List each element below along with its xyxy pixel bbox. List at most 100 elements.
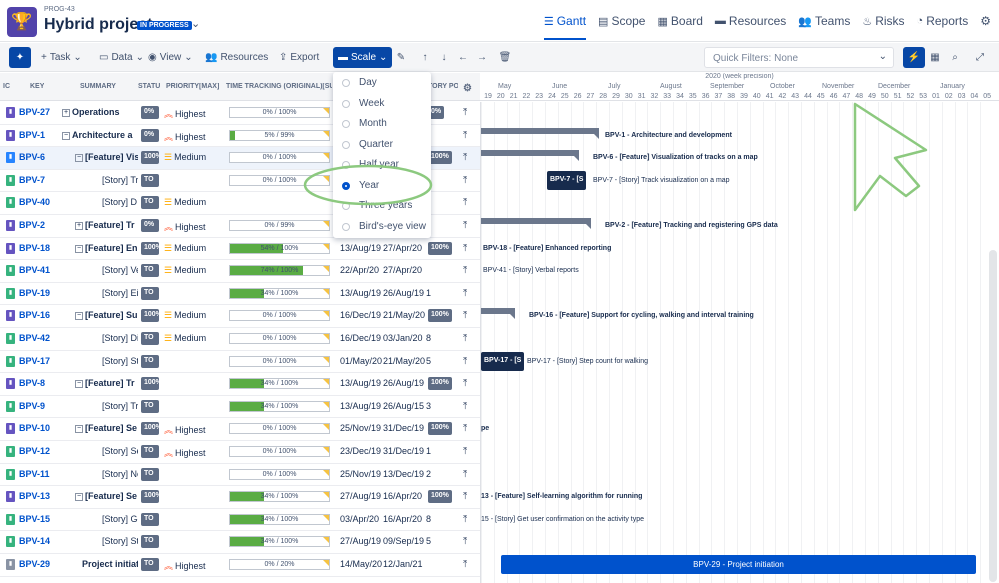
arrow-left-icon[interactable]: ←: [455, 47, 471, 68]
pin-icon[interactable]: ⤒: [463, 536, 467, 547]
pin-icon[interactable]: ⤒: [463, 152, 467, 163]
nav-risks[interactable]: ♨ Risks: [862, 14, 904, 28]
expand-toggle-icon[interactable]: −: [62, 131, 70, 140]
chevron-down-icon[interactable]: ⌄: [191, 17, 200, 30]
expand-toggle-icon[interactable]: −: [75, 380, 83, 389]
pin-icon[interactable]: ⤒: [463, 175, 467, 186]
fullscreen-icon[interactable]: ⤢: [970, 47, 990, 68]
gantt-task-bar[interactable]: BPV-7 - [S: [547, 170, 587, 190]
arrow-down-icon[interactable]: ↓: [436, 47, 452, 68]
quick-filters-select[interactable]: Quick Filters: None ⌄: [704, 47, 894, 68]
calendar-icon[interactable]: ▦: [926, 47, 944, 68]
issue-key[interactable]: BPV-1: [19, 130, 45, 140]
search-icon[interactable]: ⌕: [946, 47, 964, 68]
col-key-header[interactable]: KEY: [30, 83, 44, 90]
nav-teams[interactable]: 👥 Teams: [798, 14, 850, 28]
scale-option-quarter[interactable]: Quarter: [333, 135, 431, 156]
trash-icon[interactable]: 🗑: [496, 47, 514, 68]
nav-scope[interactable]: ▤ Scope: [598, 14, 645, 28]
nav-resources[interactable]: ▬ Resources: [715, 14, 786, 28]
pin-icon[interactable]: ⤒: [463, 491, 467, 502]
expand-toggle-icon[interactable]: −: [75, 425, 83, 434]
issue-key[interactable]: BPV-8: [19, 378, 45, 388]
issue-key[interactable]: BPV-12: [19, 446, 50, 456]
issue-key[interactable]: BPV-6: [19, 152, 45, 162]
table-row[interactable]: ▮ BPV-12 [Story] Se TO ︽ Highest 0% / 100% 23/D…: [0, 441, 480, 464]
issue-key[interactable]: BPV-42: [19, 333, 50, 343]
scale-option-half-year[interactable]: Half year: [333, 155, 431, 176]
task-button[interactable]: + Task ⌄: [36, 47, 87, 68]
gantt-summary-bar[interactable]: [481, 308, 515, 320]
table-row[interactable]: ▮ BPV-19 [Story] Ei TO 34% / 100% 13/Aug/19 26…: [0, 283, 480, 306]
expand-toggle-icon[interactable]: −: [75, 244, 83, 253]
gear-icon[interactable]: ⚙: [463, 83, 472, 94]
expand-toggle-icon[interactable]: −: [75, 312, 83, 321]
issue-key[interactable]: BPV-18: [19, 243, 50, 253]
gantt-summary-bar[interactable]: [481, 127, 599, 139]
issue-key[interactable]: BPV-11: [19, 469, 50, 479]
table-row[interactable]: ▮ BPV-42 [Story] Di TO ☰ Medium 0% / 100% 16/De…: [0, 328, 480, 351]
col-priority-header[interactable]: PRIORITY[MAX]: [166, 83, 219, 90]
expand-toggle-icon[interactable]: −: [75, 493, 83, 502]
gantt-summary-bar[interactable]: [481, 150, 579, 162]
lightning-icon[interactable]: ⚡: [903, 47, 925, 68]
issue-key[interactable]: BPV-7: [19, 175, 45, 185]
vertical-scrollbar[interactable]: [989, 250, 997, 582]
issue-key[interactable]: BPV-27: [19, 107, 50, 117]
pin-icon[interactable]: ⤒: [463, 514, 467, 525]
pin-icon[interactable]: ⤒: [463, 107, 467, 118]
expand-toggle-icon[interactable]: +: [62, 109, 70, 117]
table-row[interactable]: ▮ BPV-41 [Story] Ve TO ☰ Medium 74% / 100% 22/A…: [0, 260, 480, 283]
pin-icon[interactable]: ⤒: [463, 220, 467, 231]
issue-key[interactable]: BPV-16: [19, 310, 50, 320]
scale-option-day[interactable]: Day: [333, 73, 431, 94]
table-row[interactable]: ▮ BPV-8 −[Feature] Tr 100% 34% / 100% 13/Aug/…: [0, 373, 480, 396]
pin-icon[interactable]: ⤒: [463, 378, 467, 389]
nav-gantt[interactable]: ☰ Gantt: [543, 14, 587, 40]
table-row[interactable]: ▮ BPV-15 [Story] GeTO 34% / 100% 03/Apr/2016…: [0, 509, 480, 532]
table-row[interactable]: ▮ BPV-11 [Story] NeTO 0% / 100% 25/Nov/1913/…: [0, 464, 480, 487]
pencil-icon[interactable]: ✎: [392, 47, 410, 68]
issue-key[interactable]: BPV-41: [19, 265, 50, 275]
issue-key[interactable]: BPV-15: [19, 514, 50, 524]
arrow-up-icon[interactable]: ↑: [417, 47, 433, 68]
expand-toggle-icon[interactable]: −: [75, 154, 83, 163]
col-icon-header[interactable]: IC: [3, 83, 15, 90]
issue-key[interactable]: BPV-2: [19, 220, 45, 230]
pin-icon[interactable]: ⤒: [463, 265, 467, 276]
col-summary-header[interactable]: SUMMARY: [80, 83, 116, 90]
pin-icon[interactable]: ⤒: [463, 446, 467, 457]
expand-toggle-icon[interactable]: +: [75, 222, 83, 230]
gantt-bar[interactable]: BPV-29 - Project initiation: [501, 555, 976, 574]
scale-option-week[interactable]: Week: [333, 94, 431, 115]
table-row[interactable]: ▮ BPV-17 [Story] St TO 0% / 100% 01/May/20 21/…: [0, 351, 480, 374]
scale-option-month[interactable]: Month: [333, 114, 431, 135]
pin-icon[interactable]: ⤒: [463, 469, 467, 480]
issue-key[interactable]: BPV-13: [19, 491, 50, 501]
table-row[interactable]: ▮BPV-10−[Feature] Se100%︽Highest0% / 100…: [0, 418, 480, 441]
view-button[interactable]: ◉ View ⌄: [143, 47, 198, 68]
col-timetracking-header[interactable]: TIME TRACKING (ORIGINAL)[SUM]: [226, 83, 332, 90]
data-button[interactable]: ▭ Data ⌄: [94, 47, 149, 68]
scale-option-year[interactable]: Year: [333, 176, 431, 197]
pin-icon[interactable]: ⤒: [463, 243, 467, 254]
pin-icon[interactable]: ⤒: [463, 333, 467, 344]
table-row[interactable]: ▮ BPV-29 Project initiatioTO ︽Highest 0% / 2…: [0, 554, 480, 577]
pin-icon[interactable]: ⤒: [463, 288, 467, 299]
pin-icon[interactable]: ⤒: [463, 423, 467, 434]
scale-option-three-years[interactable]: Three years: [333, 196, 431, 217]
issue-key[interactable]: BPV-17: [19, 356, 50, 366]
settings-gear-icon[interactable]: ⚙: [980, 14, 991, 28]
col-storypoints-header[interactable]: TORY PO: [428, 83, 458, 90]
table-row[interactable]: ▮ BPV-14 [Story] St TO 34% / 100% 27/Aug/19 09…: [0, 531, 480, 554]
gantt-task-bar[interactable]: BPV-17 - [S: [481, 351, 525, 371]
issue-key[interactable]: BPV-29: [19, 559, 50, 569]
table-row[interactable]: ▮ BPV-9 [Story] Tr TO 34% / 100% 13/Aug/19 26/…: [0, 396, 480, 419]
pin-icon[interactable]: ⤒: [463, 310, 467, 321]
pin-icon[interactable]: ⤒: [463, 356, 467, 367]
sparkle-icon[interactable]: ✦: [9, 47, 31, 68]
issue-key[interactable]: BPV-9: [19, 401, 45, 411]
scale-button[interactable]: ▬ Scale ⌄: [333, 47, 393, 68]
resources-button[interactable]: 👥 Resources: [200, 47, 273, 68]
issue-key[interactable]: BPV-19: [19, 288, 50, 298]
